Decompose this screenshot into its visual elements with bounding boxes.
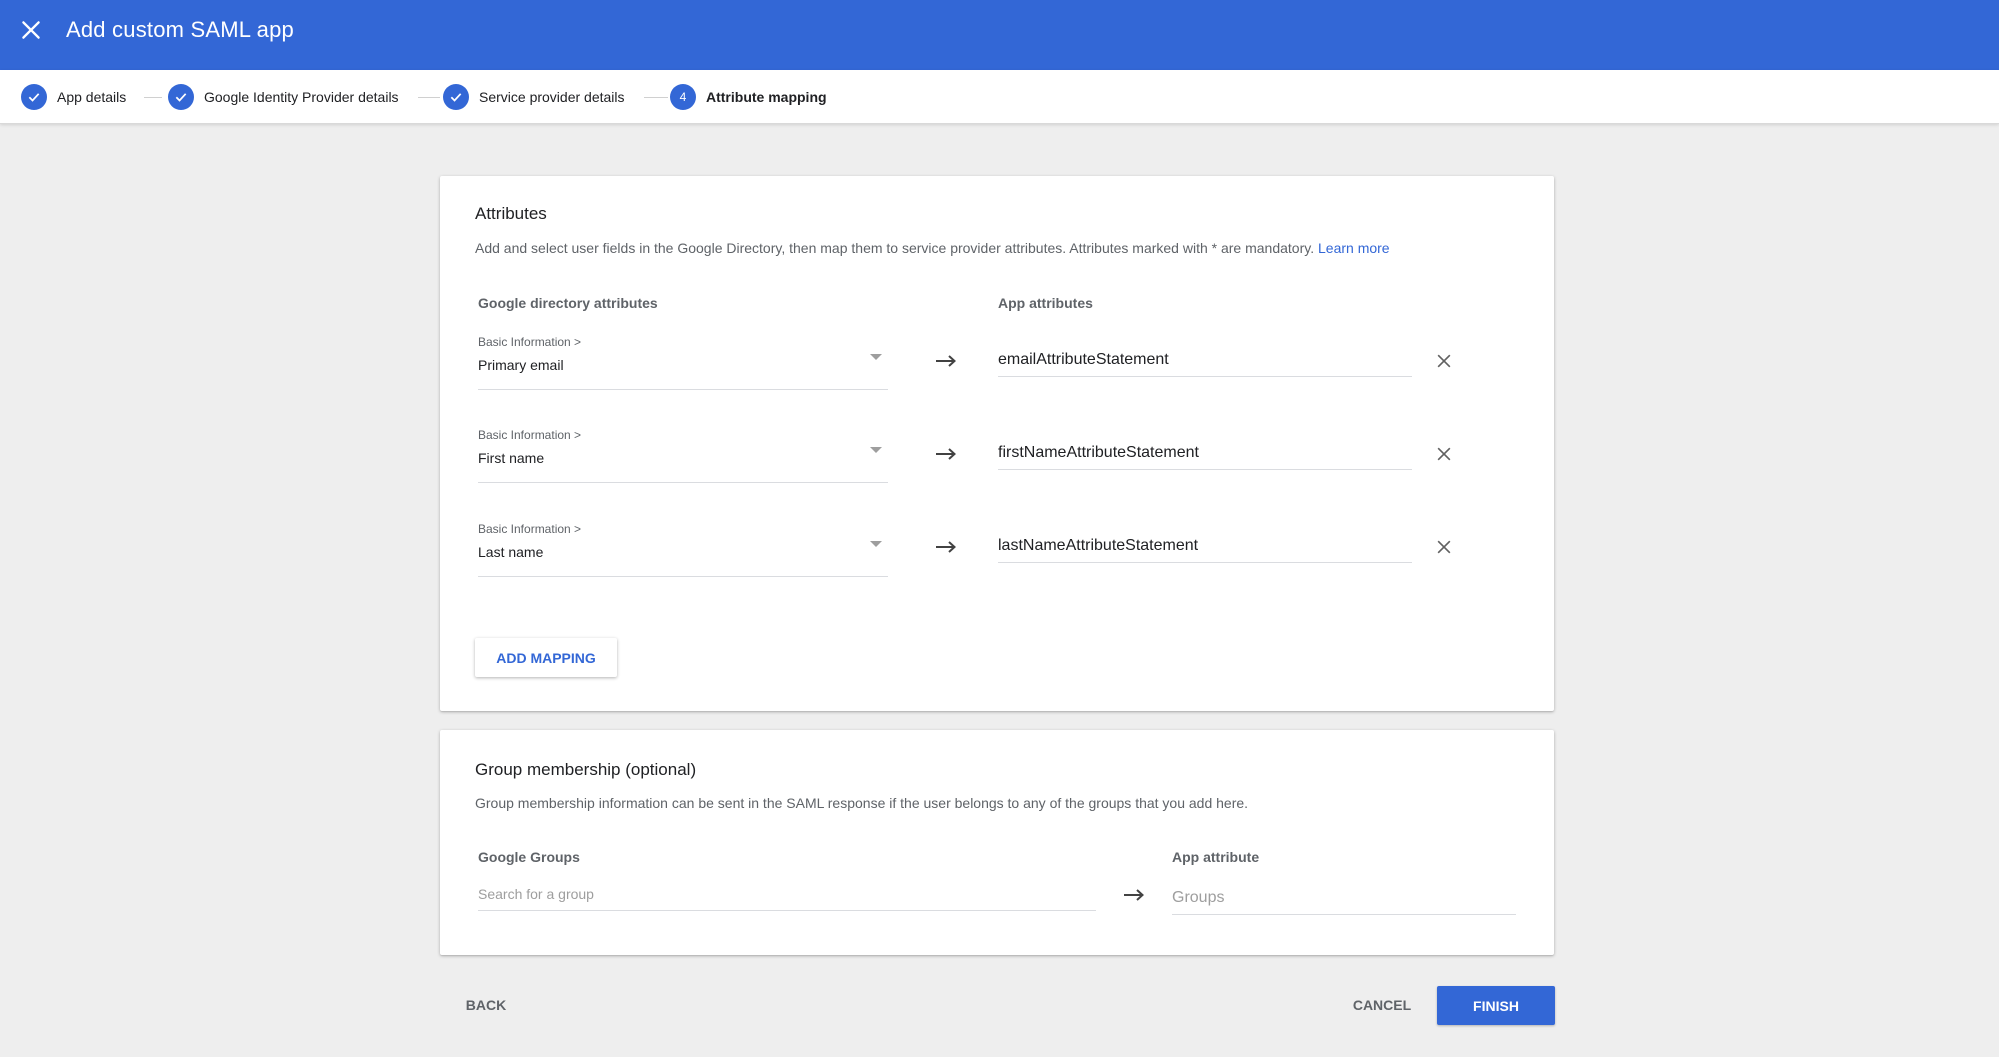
attribute-value: Primary email — [478, 357, 564, 373]
cancel-button[interactable]: CANCEL — [1342, 986, 1422, 1024]
close-icon[interactable] — [18, 17, 44, 43]
description-text: Add and select user fields in the Google… — [475, 240, 1315, 256]
page-title: Add custom SAML app — [66, 17, 294, 42]
attribute-category: Basic Information > — [478, 335, 582, 349]
attribute-category: Basic Information > — [478, 428, 582, 442]
arrow-right-icon — [936, 448, 956, 460]
check-icon — [21, 84, 47, 110]
group-membership-card: Group membership (optional) Group member… — [440, 730, 1554, 955]
step-connector — [644, 97, 668, 98]
groups-app-attribute-input[interactable] — [1172, 882, 1516, 915]
directory-attribute-select[interactable]: Basic Information > Primary email — [478, 327, 888, 390]
arrow-right-icon — [936, 355, 956, 367]
attribute-category: Basic Information > — [478, 522, 582, 536]
step-number: 4 — [670, 84, 696, 110]
stepper: App details Google Identity Provider det… — [0, 70, 1999, 124]
attributes-title: Attributes — [475, 204, 547, 223]
arrow-right-icon — [1124, 889, 1144, 901]
attribute-value: Last name — [478, 544, 544, 560]
check-icon — [168, 84, 194, 110]
step-google-idp-details[interactable]: Google Identity Provider details — [168, 83, 412, 111]
arrow-right-icon — [936, 541, 956, 553]
group-search-input[interactable] — [478, 878, 1096, 911]
step-label: Service provider details — [479, 89, 625, 105]
app-attribute-input[interactable] — [998, 530, 1412, 563]
step-label: Google Identity Provider details — [204, 89, 399, 105]
dropdown-arrow-icon — [870, 541, 882, 547]
learn-more-link[interactable]: Learn more — [1318, 240, 1390, 256]
group-membership-title: Group membership (optional) — [475, 760, 697, 779]
column-header-google-groups: Google Groups — [478, 849, 580, 865]
column-header-directory: Google directory attributes — [478, 295, 658, 311]
remove-mapping-icon[interactable] — [1434, 444, 1454, 464]
dropdown-arrow-icon — [870, 447, 882, 453]
step-label: App details — [57, 89, 127, 105]
attributes-card: Attributes Add and select user fields in… — [440, 176, 1554, 711]
app-attribute-input[interactable] — [998, 437, 1412, 470]
check-icon — [443, 84, 469, 110]
group-membership-description: Group membership information can be sent… — [475, 795, 1249, 811]
finish-button[interactable]: FINISH — [1437, 986, 1555, 1025]
remove-mapping-icon[interactable] — [1434, 537, 1454, 557]
step-connector — [144, 97, 162, 98]
top-bar: Add custom SAML app — [0, 0, 1999, 70]
remove-mapping-icon[interactable] — [1434, 351, 1454, 371]
step-connector — [418, 97, 440, 98]
column-header-app-attribute: App attribute — [1172, 849, 1260, 865]
directory-attribute-select[interactable]: Basic Information > Last name — [478, 514, 888, 577]
back-button[interactable]: BACK — [456, 986, 516, 1024]
app-attribute-input[interactable] — [998, 344, 1412, 377]
column-header-app: App attributes — [998, 295, 1093, 311]
step-app-details[interactable]: App details — [21, 83, 126, 111]
directory-attribute-select[interactable]: Basic Information > First name — [478, 420, 888, 483]
step-attribute-mapping[interactable]: 4 Attribute mapping — [670, 83, 827, 111]
step-label: Attribute mapping — [706, 89, 827, 105]
step-service-provider-details[interactable]: Service provider details — [443, 83, 625, 111]
attribute-value: First name — [478, 450, 545, 466]
add-mapping-button[interactable]: ADD MAPPING — [475, 638, 617, 677]
dropdown-arrow-icon — [870, 354, 882, 360]
attributes-description: Add and select user fields in the Google… — [475, 240, 1390, 256]
